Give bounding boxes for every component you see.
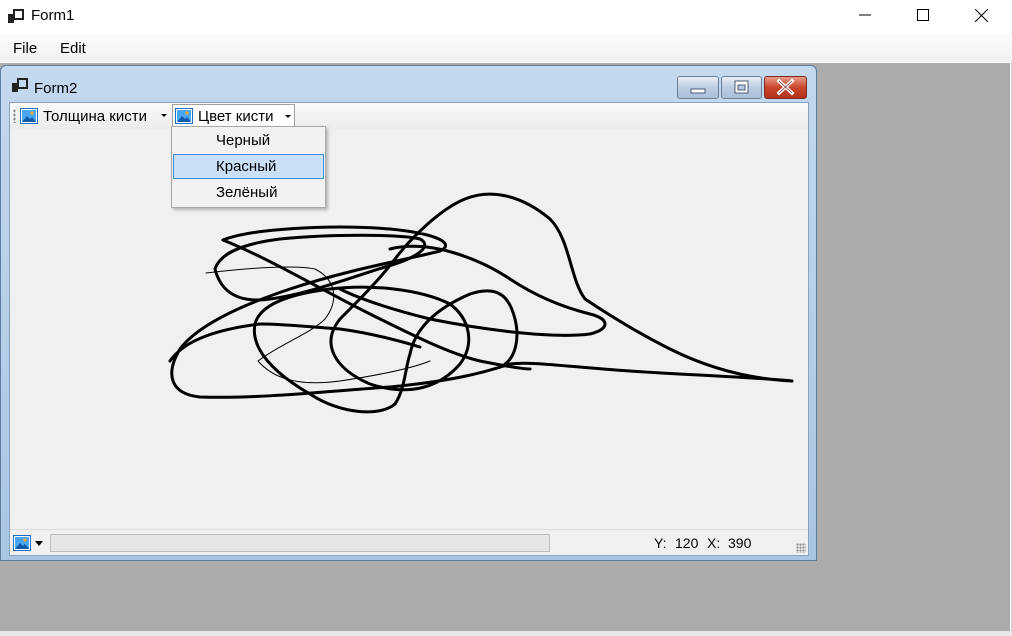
resize-grip[interactable]: [796, 543, 806, 553]
status-dropdown-button[interactable]: [13, 534, 49, 552]
color-option-green[interactable]: Зелёный: [173, 180, 324, 205]
toolstrip: Толщина кисти Цвет кисти: [10, 103, 808, 129]
form1-titlebar[interactable]: Form1: [0, 0, 1012, 33]
form2-title: Form2: [34, 80, 78, 97]
brush-strokes: [168, 192, 794, 414]
app-icon: [8, 9, 24, 23]
image-icon: [13, 535, 31, 551]
color-option-red[interactable]: Красный: [173, 154, 324, 179]
minimize-button[interactable]: [836, 0, 894, 30]
chevron-down-icon: [35, 540, 43, 546]
close-icon: [974, 8, 988, 22]
chevron-down-icon: [285, 115, 291, 118]
window-bottom-edge: [0, 631, 1012, 636]
image-icon: [175, 108, 193, 124]
menu-edit[interactable]: Edit: [60, 40, 86, 57]
brush-width-dropdown[interactable]: Толщина кисти: [20, 104, 170, 128]
form2-minimize-button[interactable]: [677, 76, 719, 99]
image-icon: [20, 108, 38, 124]
brush-color-dropdown[interactable]: Цвет кисти: [172, 104, 295, 128]
menu-bar: File Edit: [0, 34, 1012, 62]
y-coordinate-value: 120: [675, 535, 699, 551]
form2-close-button[interactable]: [764, 76, 807, 99]
form2-maximize-button[interactable]: [721, 76, 762, 99]
status-bar: Y: 120 X: 390: [10, 529, 808, 555]
toolstrip-grip[interactable]: [13, 109, 16, 123]
y-coordinate-label: Y:: [654, 535, 667, 551]
form2-app-icon: [12, 78, 28, 92]
form1-window: Form1 File Edit Form2 Толщина кисти Цвет…: [0, 0, 1012, 636]
brush-color-menu: Черный Красный Зелёный: [171, 126, 326, 208]
x-coordinate-value: 390: [728, 535, 752, 551]
drawing-canvas[interactable]: [10, 129, 808, 525]
close-icon: [776, 78, 795, 96]
color-option-black[interactable]: Черный: [173, 128, 324, 153]
close-button[interactable]: [952, 0, 1010, 30]
thin-brush-strokes: [205, 266, 431, 384]
minimize-icon: [690, 88, 706, 94]
menu-file[interactable]: File: [13, 40, 37, 57]
brush-color-label: Цвет кисти: [198, 107, 274, 125]
form2-client-area: Толщина кисти Цвет кисти Y: 120 X: 390: [9, 102, 809, 556]
x-coordinate-label: X:: [707, 535, 721, 551]
progress-bar: [50, 534, 550, 552]
maximize-icon: [734, 80, 749, 94]
chevron-down-icon: [161, 114, 167, 117]
form2-window[interactable]: Form2 Толщина кисти Цвет кисти Y: 120 X:…: [0, 65, 817, 561]
maximize-icon: [917, 9, 929, 21]
brush-width-label: Толщина кисти: [43, 107, 147, 125]
minimize-icon: [859, 14, 871, 16]
form1-title: Form1: [31, 7, 75, 24]
maximize-button[interactable]: [894, 0, 952, 30]
